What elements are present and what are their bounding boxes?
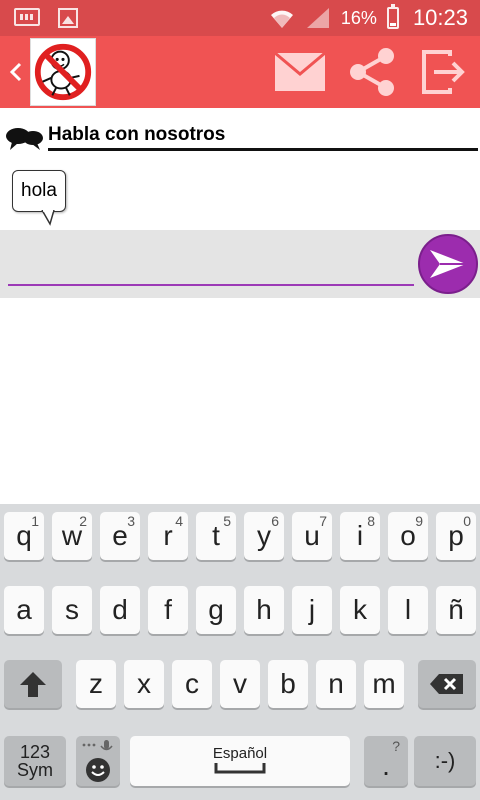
key-d[interactable]: d	[100, 586, 140, 634]
back-icon[interactable]	[6, 58, 26, 86]
exit-icon	[422, 50, 465, 94]
signal-icon	[306, 8, 329, 28]
exit-button[interactable]	[416, 44, 472, 100]
shift-key[interactable]	[4, 660, 62, 708]
key-i[interactable]: i8	[340, 512, 380, 560]
key-l[interactable]: l	[388, 586, 428, 634]
smiley-key[interactable]: :-)	[414, 736, 476, 786]
mail-icon	[274, 52, 326, 91]
keyboard-icon	[14, 8, 40, 26]
key-c[interactable]: c	[172, 660, 212, 708]
share-icon	[350, 48, 394, 96]
key-r[interactable]: r4	[148, 512, 188, 560]
image-icon	[58, 8, 78, 28]
key-v[interactable]: v	[220, 660, 260, 708]
key-f[interactable]: f	[148, 586, 188, 634]
emoji-key[interactable]	[76, 736, 120, 786]
key-t[interactable]: t5	[196, 512, 236, 560]
title-divider	[48, 148, 478, 151]
bubble-tail	[41, 210, 55, 226]
status-bar: 16% 10:23	[0, 0, 480, 36]
key-x[interactable]: x	[124, 660, 164, 708]
share-button[interactable]	[344, 44, 400, 100]
keyboard: q1 w2 e3 r4 t5 y6 u7 i8 o9 p0 a s d f g …	[0, 504, 480, 800]
symbols-key[interactable]: 123 Sym	[4, 736, 66, 786]
mail-button[interactable]	[272, 44, 328, 100]
period-key[interactable]: . ?	[364, 736, 408, 786]
key-g[interactable]: g	[196, 586, 236, 634]
message-input[interactable]	[8, 244, 414, 286]
key-k[interactable]: k	[340, 586, 380, 634]
shift-icon	[20, 672, 46, 697]
key-b[interactable]: b	[268, 660, 308, 708]
chat-bubbles-icon	[6, 128, 43, 150]
space-icon	[214, 762, 266, 773]
key-e[interactable]: e3	[100, 512, 140, 560]
key-u[interactable]: u7	[292, 512, 332, 560]
key-o[interactable]: o9	[388, 512, 428, 560]
battery-icon	[386, 4, 399, 29]
app-logo[interactable]	[30, 38, 96, 106]
clock: 10:23	[412, 5, 468, 30]
key-s[interactable]: s	[52, 586, 92, 634]
backspace-icon	[430, 674, 463, 694]
key-z[interactable]: z	[76, 660, 116, 708]
wifi-icon	[270, 10, 293, 28]
key-y[interactable]: y6	[244, 512, 284, 560]
chat-title: Habla con nosotros	[48, 124, 226, 145]
message-bubble: hola	[12, 170, 66, 212]
app-bar	[0, 36, 480, 108]
key-w[interactable]: w2	[52, 512, 92, 560]
battery-percent: 16%	[340, 7, 377, 28]
key-j[interactable]: j	[292, 586, 332, 634]
send-button[interactable]	[418, 234, 478, 294]
key-h[interactable]: h	[244, 586, 284, 634]
key-n-tilde[interactable]: ñ	[436, 586, 476, 634]
send-icon	[430, 250, 466, 278]
space-key[interactable]: Español	[130, 736, 350, 786]
key-n[interactable]: n	[316, 660, 356, 708]
key-a[interactable]: a	[4, 586, 44, 634]
composer	[0, 230, 480, 298]
backspace-key[interactable]	[418, 660, 476, 708]
smiley-mic-icon	[82, 740, 113, 782]
key-q[interactable]: q1	[4, 512, 44, 560]
key-p[interactable]: p0	[436, 512, 476, 560]
chat-header: Habla con nosotros	[0, 118, 480, 152]
key-m[interactable]: m	[364, 660, 404, 708]
